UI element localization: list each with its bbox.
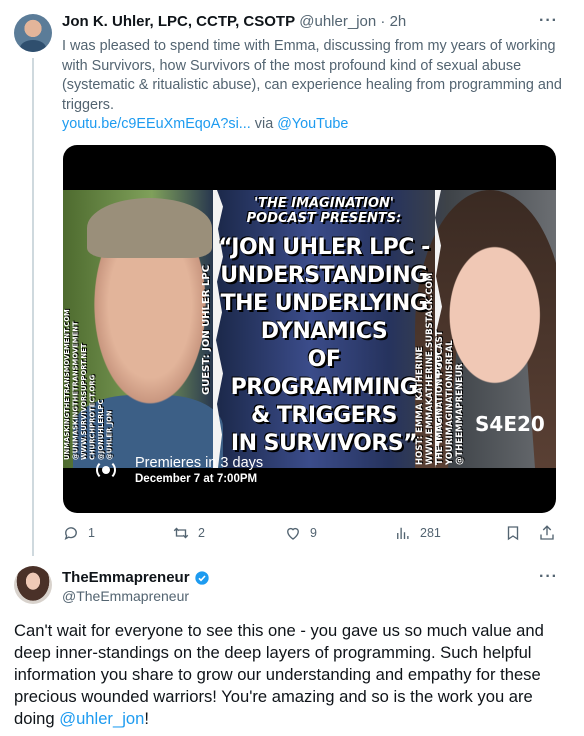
share-icon	[540, 525, 554, 540]
guest-link-line: @UNMASKINGTHETRANSMOVEMENT	[71, 321, 80, 460]
mention-link[interactable]: @uhler_jon	[59, 709, 144, 728]
thread-connector-line	[32, 58, 34, 556]
headline-line: IN SURVIVORS”	[230, 431, 418, 456]
repost-icon	[173, 527, 189, 539]
author-name-row: TheEmmapreneur	[62, 569, 210, 586]
tweet-body: I was pleased to spend time with Emma, d…	[62, 38, 562, 113]
repost-button[interactable]: 2	[172, 524, 205, 542]
bookmark-button[interactable]	[504, 524, 530, 542]
verified-icon	[194, 570, 209, 585]
live-icon-dot	[102, 466, 110, 474]
reply-end: !	[144, 709, 149, 728]
guest-link-line: @UHLER_JON	[105, 410, 114, 460]
youtube-mention-link[interactable]: @YouTube	[277, 116, 348, 132]
reply-button[interactable]: 1	[62, 524, 95, 542]
tweet-reply[interactable]: TheEmmapreneur @TheEmmapreneur ··· Can't…	[0, 556, 584, 736]
headline-lines: “JON UHLER LPC - UNDERSTANDING THE UNDER…	[218, 234, 430, 458]
views-button[interactable]: 281	[394, 524, 441, 542]
host-line: @THEEMMAPRENEUR	[455, 363, 465, 465]
episode-headline: 'THE IMAGINATION' PODCAST PRESENTS: “JON…	[218, 196, 430, 458]
guest-caption: GUEST: JON UHLER LPC	[201, 264, 212, 395]
live-icon	[93, 457, 119, 483]
guest-link-line: CHURCHPROTECT.ORG	[88, 374, 97, 460]
headline-line: OF	[307, 347, 341, 372]
youtube-link[interactable]: youtu.be/c9EEuXmEqoA?si...	[62, 116, 251, 132]
like-icon	[287, 527, 299, 540]
avatar-emmapreneur[interactable]	[14, 566, 52, 604]
author-handle[interactable]: @TheEmmapreneur	[62, 588, 189, 604]
host-caption: HOST: EMMA KATHERINE WWW.EMMAKATHERINE.S…	[415, 272, 465, 465]
video-thumbnail[interactable]: 'THE IMAGINATION' PODCAST PRESENTS: “JON…	[63, 190, 556, 468]
guest-links-caption: UNMASKINGTHETRANSMOVEMENT.COM @UNMASKING…	[63, 265, 114, 460]
like-button[interactable]: 9	[284, 524, 317, 542]
author-name[interactable]: Jon K. Uhler, LPC, CCTP, CSOTP	[62, 13, 295, 30]
views-count: 281	[420, 526, 441, 540]
episode-badge: S4E20	[475, 394, 545, 445]
host-line: WWW.EMMAKATHERINE.SUBSTACK.COM	[425, 272, 435, 465]
headline-line: & TRIGGERS	[251, 403, 397, 428]
author-handle[interactable]: @uhler_jon	[299, 13, 376, 30]
via-label: via	[254, 116, 274, 132]
headline-line: PROGRAMMING	[230, 375, 418, 400]
bookmark-icon	[507, 526, 519, 541]
host-line: YOURIMAGINATIONISREAL	[445, 340, 455, 465]
host-line: THE IMAGINATION PODCAST	[435, 330, 445, 465]
reply-count: 1	[88, 526, 95, 540]
video-card[interactable]: 'THE IMAGINATION' PODCAST PRESENTS: “JON…	[63, 145, 556, 513]
reply-text: Can't wait for everyone to see this one …	[14, 620, 570, 730]
premiere-date: December 7 at 7:00PM	[135, 473, 258, 485]
guest-link-line: WWW.SURVIVORSUPPORT.NET	[80, 343, 88, 460]
share-button[interactable]	[538, 524, 564, 542]
more-icon[interactable]: ···	[539, 12, 558, 30]
premiere-title: Premieres in 3 days	[135, 455, 264, 471]
reply-icon	[64, 527, 77, 540]
tweet-header: Jon K. Uhler, LPC, CCTP, CSOTP @uhler_jo…	[62, 13, 406, 30]
tweet-original[interactable]: Jon K. Uhler, LPC, CCTP, CSOTP @uhler_jo…	[0, 0, 584, 556]
headline-line: THE UNDERLYING	[220, 291, 428, 316]
tweet-time[interactable]: 2h	[390, 13, 407, 30]
separator-dot: ·	[380, 13, 386, 30]
author-name[interactable]: TheEmmapreneur	[62, 569, 190, 586]
guest-photo-hair	[87, 198, 212, 258]
host-line: HOST: EMMA KATHERINE	[415, 346, 425, 465]
premiere-info: Premieres in 3 days December 7 at 7:00PM	[93, 455, 263, 485]
views-icon	[397, 527, 409, 539]
headline-line: “JON UHLER LPC -	[218, 235, 430, 260]
tweet-actions: 1 2 9 281	[62, 524, 562, 546]
podcast-kicker: 'THE IMAGINATION' PODCAST PRESENTS:	[246, 196, 402, 226]
tweet-text: I was pleased to spend time with Emma, d…	[62, 37, 562, 135]
avatar-jon-uhler[interactable]	[14, 14, 52, 52]
headline-line: DYNAMICS	[260, 319, 388, 344]
headline-line: UNDERSTANDING	[220, 263, 428, 288]
premiere-text: Premieres in 3 days December 7 at 7:00PM	[135, 455, 263, 485]
repost-count: 2	[198, 526, 205, 540]
like-count: 9	[310, 526, 317, 540]
more-icon[interactable]: ···	[539, 568, 558, 586]
